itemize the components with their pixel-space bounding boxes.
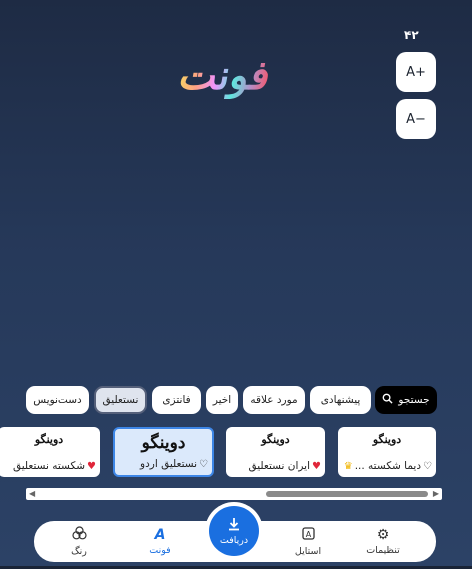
search-chip[interactable]: جستجو: [375, 386, 437, 414]
font-card-art: دوینگو: [372, 433, 402, 446]
font-card-label: دیما شکسته ...: [354, 460, 422, 472]
chip-favorites[interactable]: مورد علاقه: [243, 386, 305, 414]
receive-button-label: دریافت: [219, 535, 249, 546]
heart-filled-icon[interactable]: ♥: [312, 461, 321, 472]
style-icon: A: [301, 526, 315, 543]
font-card-label: نستعلیق اردو: [140, 458, 198, 470]
font-card[interactable]: دوینگو ♥ ایران نستعلیق: [226, 427, 325, 477]
receive-button[interactable]: دریافت: [209, 506, 259, 556]
font-card-art: دوینگو: [34, 433, 64, 446]
nav-style[interactable]: A استایل: [273, 521, 343, 562]
nav-color-label: رنگ: [71, 546, 87, 557]
nav-style-label: استایل: [294, 545, 322, 557]
nav-font-label: فونت: [149, 544, 171, 556]
font-card[interactable]: دوینگو ♡ دیما شکسته ... ♛: [338, 427, 436, 477]
font-card-label-row: ♥ ایران نستعلیق: [230, 460, 322, 472]
search-chip-label: جستجو: [398, 394, 430, 406]
chip-recent[interactable]: اخیر: [206, 386, 238, 414]
font-card-label: شکسته نستعلیق: [13, 460, 86, 472]
search-icon: [382, 393, 393, 407]
font-card-art: دوینگو: [141, 433, 186, 453]
font-card-label-row: ♡ نستعلیق اردو: [119, 458, 208, 470]
font-card-selected[interactable]: دوینگو ♡ نستعلیق اردو: [113, 427, 214, 477]
font-icon: A: [154, 526, 166, 543]
increase-font-size-button[interactable]: A+: [396, 52, 436, 92]
font-card-label-row: ♥ شکسته نستعلیق: [2, 460, 96, 472]
nav-font[interactable]: A فونت: [125, 521, 195, 562]
font-card-label: ایران نستعلیق: [248, 460, 311, 472]
scrollbar-thumb[interactable]: [266, 491, 428, 497]
font-card-art: دوینگو: [261, 433, 290, 446]
font-size-value: ۴۲: [404, 28, 419, 42]
gear-icon: ⚙: [376, 526, 390, 543]
color-circles-icon: [71, 526, 87, 543]
download-icon: [226, 516, 242, 535]
scroll-right-arrow-icon[interactable]: ▶: [433, 488, 439, 500]
font-card-label-row: ♡ دیما شکسته ... ♛: [342, 460, 432, 472]
svg-text:A: A: [305, 530, 311, 539]
heart-filled-icon[interactable]: ♥: [87, 461, 96, 472]
chip-handwritten[interactable]: دست‌نویس: [26, 386, 89, 414]
chip-suggested[interactable]: پیشنهادی: [310, 386, 371, 414]
heart-outline-icon[interactable]: ♡: [199, 459, 208, 470]
crown-icon: ♛: [343, 460, 353, 472]
decrease-font-size-button[interactable]: A−: [396, 99, 436, 139]
preview-text[interactable]: فونت: [176, 52, 274, 99]
chip-nastaliq[interactable]: نستعلیق: [94, 386, 147, 414]
font-card[interactable]: دوینگو ♥ شکسته نستعلیق: [0, 427, 100, 477]
nav-settings-label: تنظیمات: [366, 544, 400, 556]
horizontal-scrollbar[interactable]: ◀ ▶: [26, 488, 442, 500]
category-chips: جستجو پیشنهادی مورد علاقه اخیر فانتزی نس…: [0, 386, 472, 414]
font-cards: دوینگو ♡ دیما شکسته ... ♛ دوینگو ♥ ایران…: [0, 427, 472, 479]
nav-color[interactable]: رنگ: [44, 521, 114, 562]
nav-settings[interactable]: ⚙ تنظیمات: [348, 521, 418, 562]
heart-outline-icon[interactable]: ♡: [423, 461, 432, 472]
scroll-left-arrow-icon[interactable]: ◀: [29, 488, 35, 500]
chip-fantasy[interactable]: فانتزی: [152, 386, 201, 414]
